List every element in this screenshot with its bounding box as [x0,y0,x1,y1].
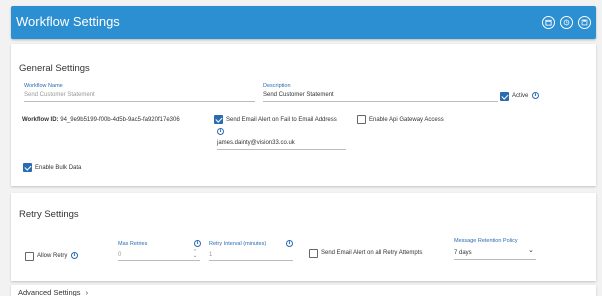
retry-settings-title: Retry Settings [19,209,79,220]
send-email-fail-info-icon[interactable]: i [217,128,224,135]
workflow-name-underline [24,101,255,102]
advanced-settings-panel[interactable]: Advanced Settings › [11,285,596,296]
send-email-fail-label: Send Email Alert on Fail to Email Addres… [226,117,337,123]
active-checkbox[interactable] [500,92,509,101]
workflow-id-value: 94_9e9b5199-f00b-4d5b-9ac5-fa920f17e306 [60,117,180,123]
max-retries-info-icon[interactable]: i [194,240,201,247]
retry-interval-label: Retry Interval (minutes) [209,241,267,247]
max-retries-underline [118,260,200,261]
workflow-id-label: Workflow ID: [22,117,59,123]
general-settings-panel: General Settings Workflow Name Send Cust… [11,44,596,186]
retention-select[interactable]: 7 days [454,250,472,256]
max-retries-stepper[interactable]: ⌃ ⌄ [193,250,197,259]
retry-settings-panel: Retry Settings Allow Retry i Max Retries… [11,193,596,281]
retry-interval-info-icon[interactable]: i [286,240,293,247]
workflow-id: Workflow ID: 94_9e9b5199-f00b-4d5b-9ac5-… [22,117,180,123]
api-gateway-label: Enable Api Gateway Access [369,117,444,123]
workflow-name-input[interactable]: Send Customer Statement [24,92,95,98]
save-button[interactable] [578,16,591,29]
history-button[interactable] [560,16,573,29]
send-email-fail-checkbox[interactable] [214,115,223,124]
page-title: Workflow Settings [16,14,120,29]
send-email-retry-checkbox[interactable] [309,249,318,258]
history-icon [563,19,570,26]
email-underline [217,149,346,150]
workflow-name-label: Workflow Name [24,83,63,89]
retry-interval-underline [209,260,293,261]
max-retries-label: Max Retries [118,241,148,247]
advanced-settings-title: Advanced Settings [18,288,81,296]
description-underline [263,101,498,102]
allow-retry-info-icon[interactable]: i [71,252,78,259]
max-retries-input[interactable]: 0 [118,252,121,258]
chevron-down-icon[interactable]: ⌄ [528,246,534,254]
bulk-data-label: Enable Bulk Data [35,165,82,171]
retention-underline [454,259,536,260]
description-input[interactable]: Send Customer Statement [263,92,334,98]
bulk-data-checkbox[interactable] [23,163,32,172]
chevron-right-icon: › [85,288,89,296]
api-gateway-checkbox[interactable] [357,115,366,124]
allow-retry-label: Allow Retry [37,253,68,259]
save-icon [581,19,588,26]
retention-label: Message Retention Policy [454,238,518,244]
description-label: Description [263,83,291,89]
page-header: Workflow Settings [11,6,596,39]
active-label: Active [512,93,529,99]
email-input[interactable]: james.dainty@vision33.co.uk [217,140,295,146]
general-settings-title: General Settings [19,63,90,74]
active-info-icon[interactable]: i [532,92,539,99]
calendar-button[interactable] [542,16,555,29]
send-email-retry-label: Send Email Alert on all Retry Attempts [321,250,423,256]
calendar-icon [545,19,552,26]
allow-retry-checkbox[interactable] [25,252,34,261]
retry-interval-input[interactable]: 1 [209,252,212,258]
advanced-settings-toggle[interactable]: Advanced Settings › [18,288,88,296]
